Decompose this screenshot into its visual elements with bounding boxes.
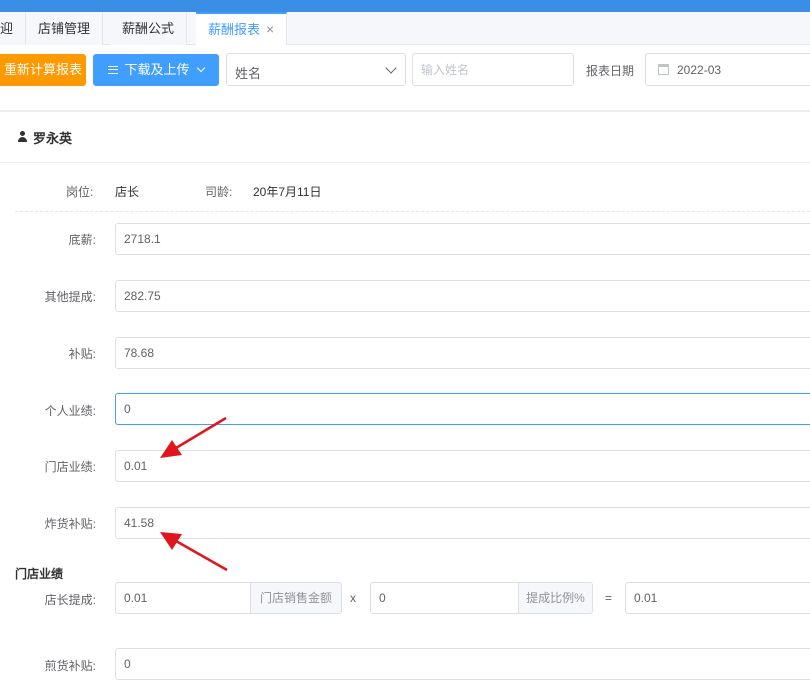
store-performance-label: 门店业绩: [44,460,96,474]
menu-icon [108,65,119,74]
tab-salary-formula[interactable]: 薪酬公式 [110,12,188,45]
app-top-bar [0,0,810,12]
store-performance-input[interactable]: 0.01 [115,450,810,482]
allowance-input[interactable]: 78.68 [115,337,810,369]
name-search-input[interactable] [412,53,574,86]
tab-bar: 迎 店铺管理 薪酬公式 薪酬报表 × [0,12,810,46]
equals-operator: = [605,591,613,605]
fried-goods-allowance-input[interactable]: 41.58 [115,507,810,539]
tab-salary-report[interactable]: 薪酬报表 × [196,12,288,46]
commission-rate-input[interactable]: 0 [370,582,519,614]
store-sales-amount-append: 门店销售金额 [250,582,342,614]
personal-performance-input[interactable]: 0 [115,393,810,425]
tab-label: 薪酬公式 [122,21,175,36]
close-icon[interactable]: × [266,21,274,37]
tab-store-management[interactable]: 店铺管理 [26,12,104,45]
download-upload-label: 下载及上传 [124,62,190,77]
chevron-down-icon [196,63,205,73]
commission-rate-append: 提成比例% [518,582,593,614]
report-date-value: 2022-03 [677,63,722,77]
personal-performance-label: 个人业绩: [44,404,96,418]
tenure-label: 司龄: [205,185,233,199]
base-salary-label: 底薪: [68,233,96,247]
recalculate-report-button[interactable]: 重新计算报表 [0,54,86,86]
divider [15,211,810,212]
manager-commission-label: 店长提成: [44,593,96,607]
store-sales-amount-input[interactable]: 0.01 [115,582,251,614]
select-value: 姓名 [235,66,262,81]
position-label: 岗位: [66,185,94,199]
download-upload-button[interactable]: 下载及上传 [93,54,219,86]
multiply-operator: x [350,591,356,605]
chevron-down-icon [385,62,397,74]
position-value: 店长 [115,185,140,199]
allowance-label: 补贴: [68,347,96,361]
fried-goods-allowance-label: 炸货补贴: [44,517,96,531]
user-icon [17,131,28,142]
employee-name: 罗永英 [33,131,73,146]
report-date-label: 报表日期 [586,64,635,78]
other-commission-input[interactable]: 282.75 [115,280,810,312]
other-commission-label: 其他提成: [44,290,96,304]
calendar-icon [658,64,669,75]
tab-label: 迎 [0,21,14,36]
toolbar: 重新计算报表 下载及上传 姓名 报表日期 2022-03 [0,45,810,110]
tab-welcome[interactable]: 迎 [0,12,27,45]
store-performance-section-title: 门店业绩 [15,567,64,581]
tab-label: 薪酬报表 [208,22,261,37]
search-field-select[interactable]: 姓名 [226,53,406,86]
tenure-value: 20年7月11日 [253,185,322,199]
employee-header: 罗永英 [0,112,810,163]
fried-allowance-label: 煎货补贴: [44,659,96,673]
fried-allowance-input[interactable]: 0 [115,648,810,680]
report-date-picker[interactable]: 2022-03 [645,53,810,86]
base-salary-input[interactable]: 2718.1 [115,223,810,255]
tab-label: 店铺管理 [38,21,91,36]
commission-result-input[interactable]: 0.01 [625,582,810,614]
